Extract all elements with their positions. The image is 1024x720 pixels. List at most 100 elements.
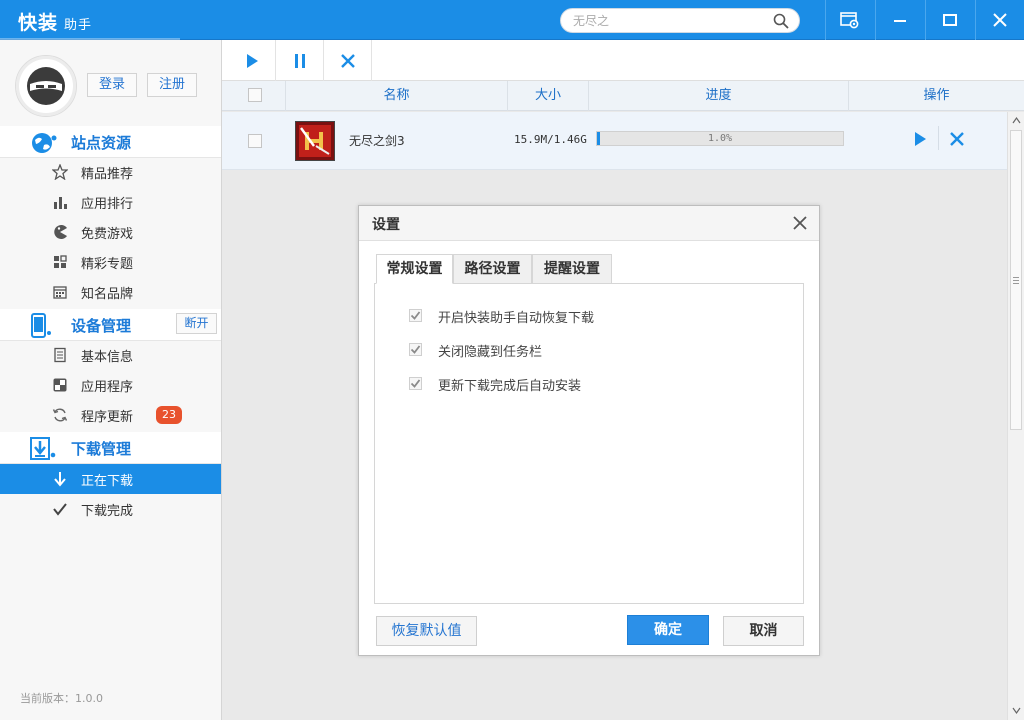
- search-icon[interactable]: [773, 13, 789, 29]
- minimize-button[interactable]: [875, 0, 924, 40]
- tab-path[interactable]: 路径设置: [453, 254, 532, 284]
- general-settings-panel: 开启快装助手自动恢复下载 关闭隐藏到任务栏 更新下载完成后自动安装: [374, 283, 804, 604]
- section-title: 站点资源: [71, 134, 132, 152]
- sidebar-item-label: 应用程序: [81, 380, 134, 395]
- section-title: 设备管理: [71, 317, 132, 335]
- bar-chart-icon: [54, 197, 67, 209]
- close-icon: [793, 216, 807, 230]
- ok-button[interactable]: 确定: [627, 615, 709, 645]
- register-button[interactable]: 注册: [147, 73, 197, 97]
- close-icon: [340, 53, 355, 68]
- sidebar-item-featured[interactable]: 精品推荐: [0, 157, 221, 187]
- sidebar-item-apps[interactable]: 应用程序: [0, 370, 221, 400]
- settings-dialog: 设置 常规设置 路径设置 提醒设置 开启快装助手自动恢复下载 关闭隐藏到任务栏 …: [358, 205, 820, 656]
- sidebar-item-brands[interactable]: 知名品牌: [0, 277, 221, 307]
- checkmark-icon: [410, 379, 421, 388]
- dialog-header: 设置: [359, 206, 819, 241]
- option-checkbox[interactable]: [409, 309, 422, 322]
- section-download-management: 下载管理: [0, 432, 221, 464]
- sidebar-item-updates[interactable]: 程序更新 23: [0, 400, 221, 430]
- option-checkbox[interactable]: [409, 343, 422, 356]
- settings-button[interactable]: [825, 0, 874, 40]
- scroll-down-icon[interactable]: [1012, 706, 1021, 715]
- logo-main-text: 快装: [18, 12, 59, 34]
- phone-icon: [31, 313, 51, 338]
- scroll-up-icon[interactable]: [1012, 116, 1021, 125]
- sidebar-item-label: 精彩专题: [81, 257, 134, 272]
- sidebar-item-label: 下载完成: [81, 504, 134, 519]
- close-icon: [950, 132, 964, 146]
- update-count-badge: 23: [156, 406, 182, 424]
- disconnect-button[interactable]: 断开: [176, 313, 217, 334]
- maximize-icon: [943, 14, 957, 26]
- scrollbar-thumb[interactable]: [1010, 130, 1022, 430]
- progress-text: 1.0%: [707, 133, 733, 144]
- row-divider: [938, 126, 939, 150]
- sidebar-item-downloading[interactable]: 正在下载: [0, 464, 221, 494]
- app-logo: 快装 助手: [18, 8, 92, 35]
- sidebar-item-topics[interactable]: 精彩专题: [0, 247, 221, 277]
- sidebar-item-ranking[interactable]: 应用排行: [0, 187, 221, 217]
- tab-reminder[interactable]: 提醒设置: [532, 254, 612, 284]
- row-delete-button[interactable]: [946, 128, 968, 150]
- pacman-icon: [54, 225, 67, 239]
- pause-all-button[interactable]: [276, 40, 324, 81]
- search-box[interactable]: [560, 8, 800, 33]
- search-input[interactable]: [573, 12, 763, 30]
- vertical-scrollbar[interactable]: [1007, 112, 1024, 720]
- dialog-close-button[interactable]: [791, 214, 809, 232]
- restore-default-button[interactable]: 恢复默认值: [376, 616, 477, 646]
- option-label: 开启快装助手自动恢复下载: [438, 311, 595, 326]
- download-arrow-icon: [54, 472, 66, 487]
- option-checkbox[interactable]: [409, 377, 422, 390]
- star-icon: [52, 164, 68, 180]
- sidebar-item-label: 程序更新: [81, 410, 134, 425]
- dialog-title: 设置: [372, 217, 400, 233]
- tab-general[interactable]: 常规设置: [376, 254, 453, 284]
- checkmark-icon: [410, 345, 421, 354]
- avatar[interactable]: [15, 55, 77, 117]
- cancel-button[interactable]: 取消: [723, 616, 804, 646]
- title-bar: 快装 助手: [0, 0, 1024, 40]
- sidebar-item-label: 应用排行: [81, 197, 134, 212]
- row-checkbox[interactable]: [248, 134, 262, 148]
- delete-all-button[interactable]: [324, 40, 372, 81]
- download-box-icon: [30, 437, 56, 460]
- ninja-avatar-icon: [27, 67, 65, 105]
- minimize-icon: [894, 20, 906, 22]
- document-icon: [54, 347, 66, 363]
- grid-icon: [54, 255, 67, 268]
- sidebar-item-completed[interactable]: 下载完成: [0, 494, 221, 524]
- section-device-management: 设备管理 断开: [0, 309, 221, 341]
- sidebar-item-basic-info[interactable]: 基本信息: [0, 340, 221, 370]
- column-header-actions[interactable]: 操作: [848, 81, 1024, 111]
- table-header: 名称 大小 进度 操作: [222, 81, 1024, 111]
- option-label: 更新下载完成后自动安装: [438, 379, 582, 394]
- login-button[interactable]: 登录: [87, 73, 137, 97]
- column-header-name[interactable]: 名称: [285, 81, 507, 111]
- sidebar-item-label: 精品推荐: [81, 167, 134, 182]
- maximize-button[interactable]: [925, 0, 974, 40]
- refresh-icon: [52, 408, 68, 422]
- column-header-progress[interactable]: 进度: [588, 81, 848, 111]
- game-size: 15.9M/1.46G: [514, 133, 587, 146]
- game-icon: [295, 121, 335, 161]
- table-row[interactable]: 无尽之剑3 15.9M/1.46G 1.0%: [222, 112, 1007, 170]
- row-start-button[interactable]: [909, 128, 931, 150]
- checkmark-icon: [410, 311, 421, 320]
- sidebar-item-label: 免费游戏: [81, 227, 134, 242]
- sidebar: 登录 注册 站点资源 精品推荐 应用排行 免费游戏 精彩专题 知名品牌 设备管理…: [0, 40, 222, 720]
- column-header-size[interactable]: 大小: [507, 81, 588, 111]
- play-icon: [246, 53, 258, 68]
- play-icon: [915, 132, 926, 146]
- close-window-button[interactable]: [975, 0, 1024, 40]
- calendar-icon: [53, 286, 67, 299]
- start-all-button[interactable]: [228, 40, 276, 81]
- sidebar-item-free-games[interactable]: 免费游戏: [0, 217, 221, 247]
- sidebar-item-label: 基本信息: [81, 350, 134, 365]
- select-all-checkbox[interactable]: [248, 88, 262, 102]
- close-icon: [993, 13, 1007, 27]
- game-name: 无尽之剑3: [349, 134, 405, 148]
- pause-icon: [294, 53, 305, 68]
- sidebar-item-label: 正在下载: [81, 474, 134, 489]
